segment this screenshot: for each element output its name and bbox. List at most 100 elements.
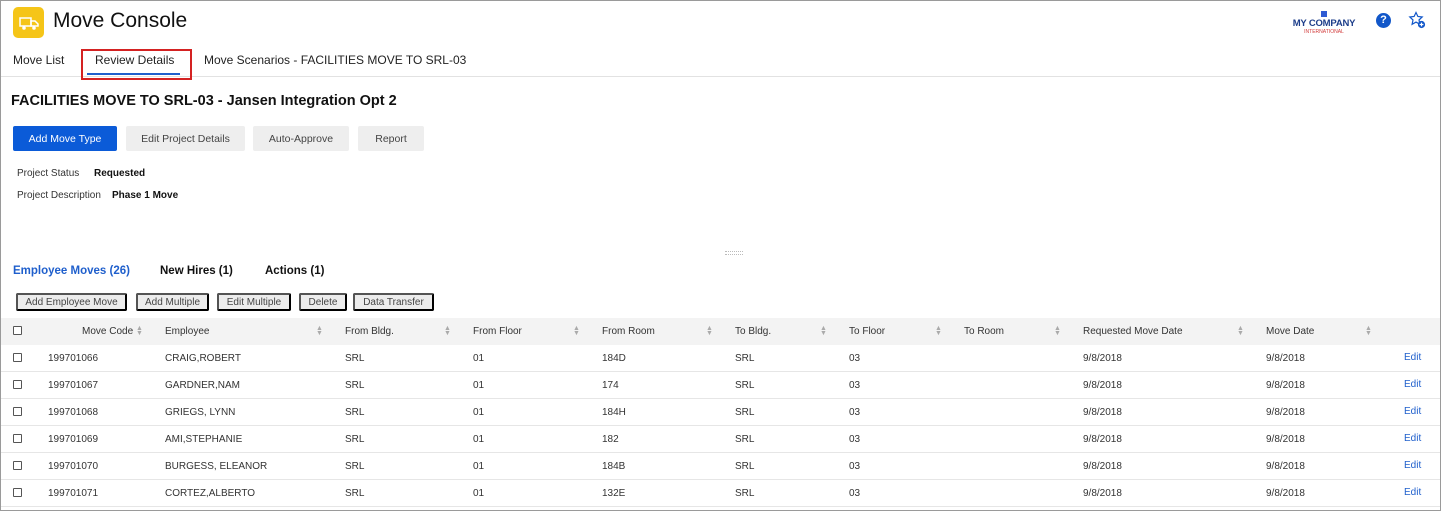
sort-icon[interactable]: ▲ ▼: [573, 325, 580, 337]
table-row[interactable]: 199701070 BURGESS, ELEANOR SRL 01 184B S…: [1, 453, 1440, 480]
cell-move-date: 9/8/2018: [1266, 353, 1305, 364]
row-checkbox[interactable]: [13, 380, 22, 389]
cell-to-floor: 03: [849, 461, 861, 472]
sort-icon[interactable]: ▲ ▼: [136, 325, 143, 337]
row-checkbox[interactable]: [13, 488, 22, 497]
edit-link[interactable]: Edit: [1404, 379, 1421, 390]
cell-to-bldg: SRL: [735, 488, 755, 499]
cell-from-bldg: SRL: [345, 407, 365, 418]
sort-icon[interactable]: ▲ ▼: [1365, 325, 1372, 337]
cell-from-floor: 01: [473, 407, 485, 418]
star-plus-icon[interactable]: [1408, 11, 1426, 29]
help-icon[interactable]: ?: [1376, 13, 1391, 28]
cell-to-floor: 03: [849, 380, 861, 391]
cell-to-bldg: SRL: [735, 380, 755, 391]
cell-requested-move-date: 9/8/2018: [1083, 380, 1122, 391]
cell-to-bldg: SRL: [735, 353, 755, 364]
page-title: FACILITIES MOVE TO SRL-03 - Jansen Integ…: [11, 93, 397, 109]
edit-multiple-button[interactable]: Edit Multiple: [217, 293, 291, 311]
sort-icon[interactable]: ▲ ▼: [316, 325, 323, 337]
cell-move-code: 199701068: [48, 407, 99, 418]
sort-icon[interactable]: ▲ ▼: [706, 325, 713, 337]
table-row[interactable]: 199701068 GRIEGS, LYNN SRL 01 184H SRL 0…: [1, 399, 1440, 426]
column-header[interactable]: From Bldg.: [345, 326, 394, 337]
sort-icon[interactable]: ▲ ▼: [1054, 325, 1061, 337]
cell-from-bldg: SRL: [345, 461, 365, 472]
cell-move-date: 9/8/2018: [1266, 380, 1305, 391]
column-header[interactable]: Move Date: [1266, 326, 1314, 337]
sort-icon[interactable]: ▲ ▼: [1237, 325, 1244, 337]
delete-button[interactable]: Delete: [299, 293, 347, 311]
edit-link[interactable]: Edit: [1404, 406, 1421, 417]
column-header[interactable]: To Room: [964, 326, 1004, 337]
tab-move-scenarios[interactable]: Move Scenarios - FACILITIES MOVE TO SRL-…: [204, 53, 466, 67]
edit-link[interactable]: Edit: [1404, 433, 1421, 444]
sort-icon[interactable]: ▲ ▼: [444, 325, 451, 337]
edit-link[interactable]: Edit: [1404, 487, 1421, 498]
table-row[interactable]: 199701071 CORTEZ,ALBERTO SRL 01 132E SRL…: [1, 480, 1440, 507]
row-checkbox[interactable]: [13, 407, 22, 416]
table-row[interactable]: 199701069 AMI,STEPHANIE SRL 01 182 SRL 0…: [1, 426, 1440, 453]
sort-icon[interactable]: ▲ ▼: [935, 325, 942, 337]
cell-move-code: 199701067: [48, 380, 99, 391]
report-button[interactable]: Report: [358, 126, 424, 151]
project-status-label: Project Status: [17, 168, 80, 179]
cell-to-floor: 03: [849, 353, 861, 364]
cell-employee: CORTEZ,ALBERTO: [165, 488, 256, 499]
auto-approve-button[interactable]: Auto-Approve: [253, 126, 349, 151]
column-header[interactable]: To Floor: [849, 326, 885, 337]
table-row[interactable]: 199701067 GARDNER,NAM SRL 01 174 SRL 03 …: [1, 372, 1440, 399]
sort-icon[interactable]: ▲ ▼: [820, 325, 827, 337]
add-employee-move-button[interactable]: Add Employee Move: [16, 293, 127, 311]
cell-from-floor: 01: [473, 488, 485, 499]
project-description-label: Project Description: [17, 190, 101, 201]
top-nav: Move List Review Details Move Scenarios …: [1, 49, 1440, 77]
data-transfer-button[interactable]: Data Transfer: [353, 293, 434, 311]
app-title: Move Console: [53, 9, 188, 32]
tab-new-hires[interactable]: New Hires (1): [160, 265, 233, 277]
cell-from-room: 132E: [602, 488, 626, 499]
cell-requested-move-date: 9/8/2018: [1083, 353, 1122, 364]
edit-link[interactable]: Edit: [1404, 460, 1421, 471]
cell-employee: GRIEGS, LYNN: [165, 407, 236, 418]
cell-to-bldg: SRL: [735, 407, 755, 418]
cell-from-floor: 01: [473, 353, 485, 364]
row-checkbox[interactable]: [13, 434, 22, 443]
row-checkbox[interactable]: [13, 353, 22, 362]
edit-project-details-button[interactable]: Edit Project Details: [126, 126, 245, 151]
row-checkbox[interactable]: [13, 461, 22, 470]
resize-handle[interactable]: [725, 251, 743, 255]
column-header[interactable]: To Bldg.: [735, 326, 771, 337]
column-header[interactable]: Requested Move Date: [1083, 326, 1183, 337]
column-header[interactable]: From Room: [602, 326, 655, 337]
cell-to-floor: 03: [849, 407, 861, 418]
app-window: Move Console MY COMPANY INTERNATIONAL ? …: [0, 0, 1441, 511]
cell-from-room: 182: [602, 434, 619, 445]
cell-to-bldg: SRL: [735, 434, 755, 445]
select-all-checkbox[interactable]: [13, 326, 22, 335]
cell-from-room: 184D: [602, 353, 626, 364]
cell-move-date: 9/8/2018: [1266, 434, 1305, 445]
cell-employee: BURGESS, ELEANOR: [165, 461, 268, 472]
column-header[interactable]: Move Code: [82, 326, 133, 337]
cell-requested-move-date: 9/8/2018: [1083, 407, 1122, 418]
cell-employee: AMI,STEPHANIE: [165, 434, 243, 445]
cell-move-date: 9/8/2018: [1266, 488, 1305, 499]
column-header[interactable]: From Floor: [473, 326, 522, 337]
column-header[interactable]: Employee: [165, 326, 209, 337]
cell-move-code: 199701070: [48, 461, 99, 472]
tab-employee-moves[interactable]: Employee Moves (26): [13, 265, 130, 277]
cell-move-code: 199701069: [48, 434, 99, 445]
cell-from-floor: 01: [473, 461, 485, 472]
cell-from-room: 184B: [602, 461, 626, 472]
project-description-value: Phase 1 Move: [112, 190, 179, 201]
cell-from-floor: 01: [473, 434, 485, 445]
edit-link[interactable]: Edit: [1404, 352, 1421, 363]
cell-from-bldg: SRL: [345, 488, 365, 499]
tab-move-list[interactable]: Move List: [13, 53, 64, 67]
add-multiple-button[interactable]: Add Multiple: [136, 293, 209, 311]
tab-actions[interactable]: Actions (1): [265, 265, 324, 277]
add-move-type-button[interactable]: Add Move Type: [13, 126, 117, 151]
cell-requested-move-date: 9/8/2018: [1083, 488, 1122, 499]
table-row[interactable]: 199701066 CRAIG,ROBERT SRL 01 184D SRL 0…: [1, 345, 1440, 372]
